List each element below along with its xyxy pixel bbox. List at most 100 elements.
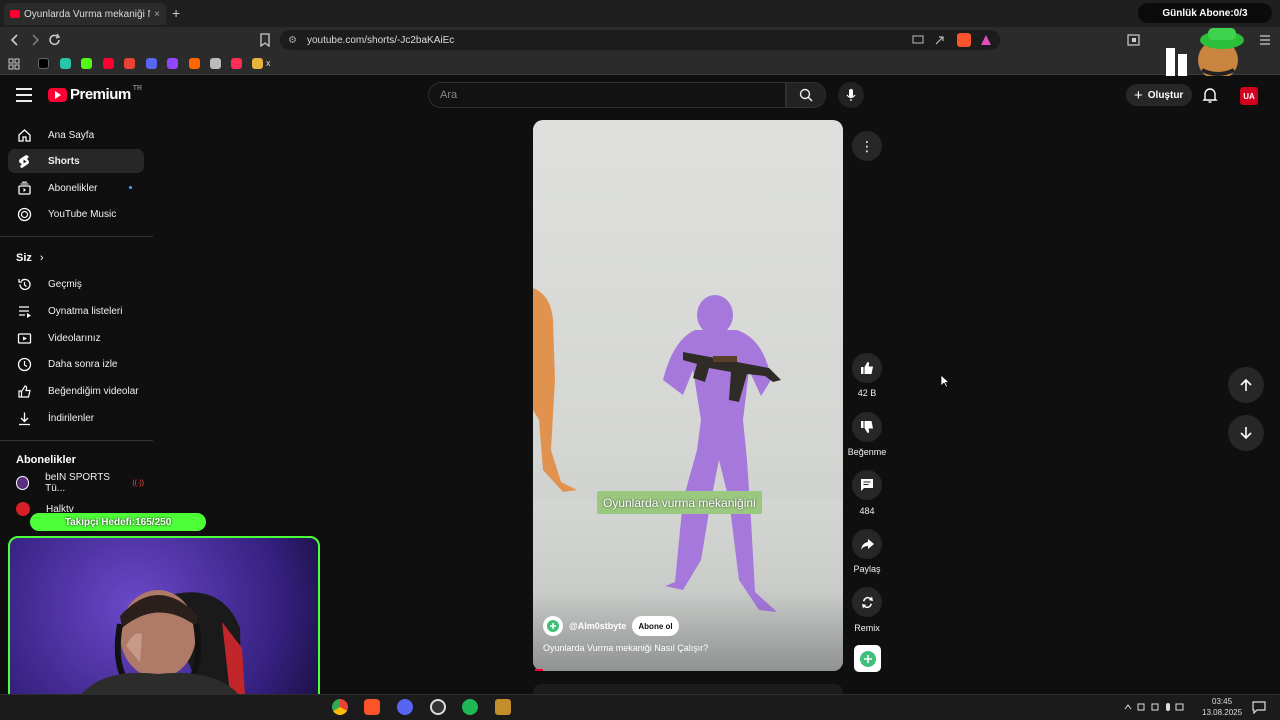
sidebar-item-home[interactable]: Ana Sayfa	[8, 123, 144, 147]
sidebar-item-liked-videos[interactable]: Beğendiğim videolar	[8, 379, 144, 403]
guide-menu-icon[interactable]	[16, 88, 32, 102]
x-bookmark-icon[interactable]	[38, 58, 49, 69]
youtube-favicon-icon	[10, 10, 20, 18]
history-icon	[16, 276, 32, 292]
like-button[interactable]	[852, 353, 882, 383]
remix-button[interactable]	[852, 587, 882, 617]
sidebar-item-shorts[interactable]: Shorts	[8, 149, 144, 173]
site-info-icon[interactable]: ⚙	[288, 35, 297, 46]
subscriptions-heading: Abonelikler	[16, 454, 76, 466]
you-section-heading[interactable]: Siz ›	[16, 252, 44, 264]
next-short-button[interactable]	[1228, 415, 1264, 451]
short-video-player[interactable]	[533, 120, 843, 671]
brave-taskbar-icon[interactable]	[364, 699, 380, 715]
videos-icon	[16, 330, 32, 346]
tab-close-icon[interactable]: ×	[154, 9, 160, 20]
notifications-bell-icon[interactable]	[1202, 87, 1218, 104]
brave-shield-icon[interactable]	[957, 33, 971, 47]
menu-icon[interactable]	[1258, 33, 1272, 47]
arrow-up-icon	[1240, 378, 1252, 391]
youtube-bookmark-icon[interactable]	[103, 58, 114, 69]
sidebar-item-label: İndirilenler	[48, 412, 95, 424]
brave-rewards-icon[interactable]	[980, 34, 992, 46]
share-page-icon[interactable]	[934, 34, 946, 46]
comments-button[interactable]	[852, 470, 882, 500]
sidebar-item-label: Beğendiğim videolar	[48, 385, 139, 397]
bookmark-9-icon[interactable]	[210, 58, 221, 69]
gmail-bookmark-icon[interactable]	[124, 58, 135, 69]
subscriptions-icon	[16, 180, 32, 196]
bookmark-2-icon[interactable]	[60, 58, 71, 69]
back-icon[interactable]	[9, 33, 21, 47]
discord-bookmark-icon[interactable]	[146, 58, 157, 69]
video-progress-bar[interactable]	[535, 669, 543, 671]
sidebar-item-subscriptions[interactable]: Abonelikler	[8, 176, 144, 200]
forward-icon[interactable]	[29, 33, 41, 47]
share-button[interactable]	[852, 529, 882, 559]
kick-bookmark-icon[interactable]	[81, 58, 92, 69]
logo-region: TR	[132, 85, 143, 92]
sidebar-item-your-videos[interactable]: Videolarınız	[8, 326, 144, 350]
sidebar-item-playlists[interactable]: Oynatma listeleri	[8, 299, 144, 323]
address-bar[interactable]: ⚙ youtube.com/shorts/-Jc2baKAiEc	[280, 30, 1000, 50]
account-avatar[interactable]: UA	[1240, 87, 1258, 105]
dislike-button[interactable]	[852, 412, 882, 442]
clock-icon	[16, 356, 32, 372]
video-bottom-shade	[533, 591, 843, 671]
notification-center-icon[interactable]	[1252, 700, 1266, 714]
sidebar-item-youtube-music[interactable]: YouTube Music	[8, 202, 144, 226]
sidebar-item-history[interactable]: Geçmiş	[8, 272, 144, 296]
voice-search-button[interactable]	[838, 82, 864, 108]
share-label: Paylaş	[853, 564, 881, 574]
reload-icon[interactable]	[48, 33, 62, 47]
bookmark-icon[interactable]	[259, 33, 271, 47]
create-button[interactable]: + Oluştur	[1126, 84, 1192, 106]
league-taskbar-icon[interactable]	[495, 699, 511, 715]
shorts-icon	[16, 153, 32, 169]
channel-avatar	[16, 502, 30, 516]
channel-avatar	[16, 476, 30, 490]
search-icon	[799, 88, 813, 102]
discord-taskbar-icon[interactable]	[397, 699, 413, 715]
browser-tab[interactable]: Oyunlarda Vurma mekaniği Nasıl ×	[4, 3, 166, 25]
comment-count: 484	[859, 506, 875, 516]
url-text: youtube.com/shorts/-Jc2baKAiEc	[306, 34, 455, 46]
new-tab-button[interactable]: +	[172, 5, 180, 21]
bookmark-8-icon[interactable]	[189, 58, 200, 69]
system-tray-icons[interactable]	[1124, 702, 1184, 712]
channel-name-link[interactable]: @Alm0stbyte	[569, 621, 626, 631]
search-button[interactable]	[786, 82, 826, 108]
twitch-bookmark-icon[interactable]	[167, 58, 178, 69]
bookmark-folder-label[interactable]: x	[266, 58, 271, 68]
remix-icon	[861, 596, 873, 608]
search-input[interactable]: Ara	[428, 82, 786, 108]
sidebar-item-downloads[interactable]: İndirilenler	[8, 406, 144, 430]
cast-icon[interactable]	[912, 35, 924, 45]
chrome-taskbar-icon[interactable]	[332, 699, 348, 715]
previous-short-button[interactable]	[1228, 367, 1264, 403]
tab-title: Oyunlarda Vurma mekaniği Nasıl	[24, 8, 150, 20]
sidebar-sub-bein-sports[interactable]: beIN SPORTS Tü... ((·))	[8, 471, 144, 495]
chevron-right-icon: ›	[39, 252, 44, 264]
apps-grid-icon[interactable]	[8, 58, 20, 70]
sidebar-item-watch-later[interactable]: Daha sonra izle	[8, 352, 144, 376]
short-title[interactable]: Oyunlarda Vurma mekaniği Nasıl Çalışır?	[543, 643, 708, 653]
folder-icon[interactable]	[252, 58, 263, 69]
sidebar-toggle-icon[interactable]	[1127, 33, 1141, 47]
subscribe-button[interactable]: Abone ol	[632, 616, 679, 636]
plus-icon: +	[1134, 86, 1143, 104]
sound-thumbnail[interactable]	[854, 645, 881, 672]
spotify-taskbar-icon[interactable]	[462, 699, 478, 715]
system-clock[interactable]: 03:45 13.08.2025	[1202, 696, 1242, 718]
create-label: Oluştur	[1147, 89, 1184, 101]
youtube-logo[interactable]: Premium TR	[48, 85, 143, 103]
sidebar-item-label: Videolarınız	[48, 332, 101, 344]
obs-taskbar-icon[interactable]	[430, 699, 446, 715]
video-subtitle: Oyunlarda vurma mekaniğini	[597, 491, 762, 514]
music-icon	[16, 206, 32, 222]
more-options-button[interactable]: ⋮	[852, 131, 882, 161]
sidebar-divider	[0, 236, 153, 237]
thumb-up-icon	[16, 383, 32, 399]
bookmark-10-icon[interactable]	[231, 58, 242, 69]
channel-avatar[interactable]	[543, 616, 563, 636]
